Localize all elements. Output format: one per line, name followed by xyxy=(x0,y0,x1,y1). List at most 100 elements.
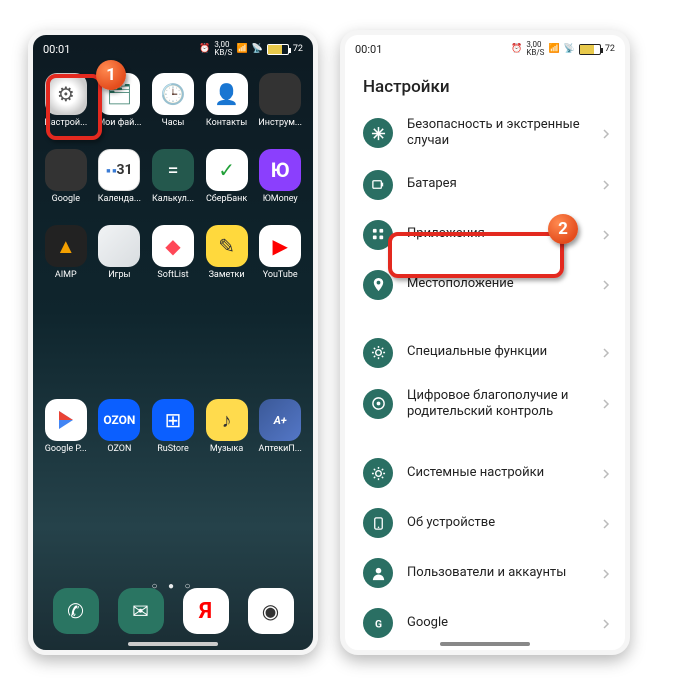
gear-icon xyxy=(363,458,393,488)
chevron-right-icon xyxy=(601,564,611,583)
ic-msg-icon: ✉ xyxy=(118,588,164,634)
ic-music-icon: ♪ xyxy=(206,399,248,441)
app-label: СберБанк xyxy=(206,194,247,204)
google-icon: G xyxy=(363,608,393,638)
chevron-right-icon xyxy=(601,614,611,633)
app-заметки[interactable]: ✎ Заметки xyxy=(200,225,254,297)
settings-row-apps[interactable]: Приложения xyxy=(345,210,625,260)
ic-notes-icon: ✎ xyxy=(206,225,248,267)
app-контакты[interactable]: 👤 Контакты xyxy=(200,73,254,145)
chevron-right-icon xyxy=(601,275,611,294)
favorites-row: Google P... OZONOZON⊞ RuStore ♪ Музыка A+ Апте… xyxy=(33,389,313,471)
app-label: Часы xyxy=(162,118,185,128)
app-google[interactable]: Google xyxy=(39,149,93,221)
settings-label: Цифровое благополучие и родительский кон… xyxy=(407,388,601,421)
ic-softlist-icon: ◆ xyxy=(152,225,194,267)
app-youtube[interactable]: ▶ YouTube xyxy=(253,225,307,297)
alarm-icon: ⏰ xyxy=(199,44,210,54)
app-часы[interactable]: 🕒 Часы xyxy=(146,73,200,145)
ic-ozon-icon: OZON xyxy=(98,399,140,441)
app-label: Контакты xyxy=(206,118,247,128)
app-rustore[interactable]: ⊞ RuStore xyxy=(146,399,200,471)
app-[interactable]: ◉ xyxy=(248,588,294,634)
app-label: RuStore xyxy=(157,444,189,454)
settings-label: Google xyxy=(407,615,601,631)
settings-row-google[interactable]: G Google xyxy=(345,598,625,648)
app-label: Музыка xyxy=(210,444,243,454)
ic-apteka-icon: A+ xyxy=(259,399,301,441)
ic-clock-icon: 🕒 xyxy=(152,73,194,115)
app-ozon[interactable]: OZONOZON xyxy=(93,399,147,471)
settings-label: Об устройстве xyxy=(407,515,601,531)
home-indicator xyxy=(440,642,530,646)
status-time: 00:01 xyxy=(355,43,382,56)
settings-row-device[interactable]: Об устройстве xyxy=(345,498,625,548)
app-мои-фай-[interactable]: 🗂Мои фай... xyxy=(93,73,147,145)
signal-icon: 📶 xyxy=(548,44,559,54)
app-аптекип-[interactable]: A+ АптекиП... xyxy=(253,399,307,471)
wifi-icon: 📡 xyxy=(564,44,575,54)
ic-youtube-icon: ▶ xyxy=(259,225,301,267)
settings-row-user[interactable]: Пользователи и аккаунты xyxy=(345,548,625,598)
phone-home-screen: 00:01 ⏰ 3,00KB/S 📶 📡 72 ⚙Настрой...🗂Мои … xyxy=(28,30,318,655)
settings-title: Настройки xyxy=(345,63,625,107)
ic-games-icon xyxy=(98,225,140,267)
settings-list: Безопасность и экстренные случаи Батарея П… xyxy=(345,107,625,648)
settings-label: Специальные функции xyxy=(407,344,601,360)
settings-row-gear[interactable]: Специальные функции xyxy=(345,328,625,378)
settings-label: Безопасность и экстренные случаи xyxy=(407,117,601,150)
status-right-icons: ⏰ 3,00KB/S 📶 📡 72 xyxy=(199,41,303,57)
device-icon xyxy=(363,508,393,538)
battery-icon xyxy=(363,170,393,200)
settings-row-battery[interactable]: Батарея xyxy=(345,160,625,210)
settings-label: Пользователи и аккаунты xyxy=(407,565,601,581)
ic-rustore-icon: ⊞ xyxy=(152,399,194,441)
app-сбербанк[interactable]: ✓ СберБанк xyxy=(200,149,254,221)
app-label: Калькул... xyxy=(152,194,194,204)
settings-row-gear[interactable]: Системные настройки xyxy=(345,448,625,498)
app-калькул-[interactable]: =Калькул... xyxy=(146,149,200,221)
chevron-right-icon xyxy=(601,225,611,244)
app-aimp[interactable]: ▲ AIMP xyxy=(39,225,93,297)
app-label: YouTube xyxy=(263,270,298,280)
app-игры[interactable]: Игры xyxy=(93,225,147,297)
app-grid: ⚙Настрой...🗂Мои фай...🕒 Часы 👤 Контакты Инст… xyxy=(33,63,313,297)
app-календа-[interactable]: ■ ■31Календа... xyxy=(93,149,147,221)
wifi-icon: 📡 xyxy=(252,44,263,54)
ic-camera-icon: ◉ xyxy=(248,588,294,634)
app-[interactable]: ✉ xyxy=(118,588,164,634)
app-label: Заметки xyxy=(209,270,245,280)
app-[interactable]: ✆ xyxy=(53,588,99,634)
ic-aimp-icon: ▲ xyxy=(45,225,87,267)
svg-text:G: G xyxy=(374,617,381,630)
settings-label: Батарея xyxy=(407,176,601,192)
signal-icon: 📶 xyxy=(236,44,247,54)
status-bar-right: 00:01 ⏰ 3,00KB/S 📶 📡 72 xyxy=(345,35,625,63)
app-label: ЮMoney xyxy=(263,194,298,204)
app-юmoney[interactable]: ЮЮMoney xyxy=(253,149,307,221)
app-softlist[interactable]: ◆SoftList xyxy=(146,225,200,297)
app-label: Google P... xyxy=(45,444,87,454)
battery-icon xyxy=(579,44,601,55)
settings-row-asterisk[interactable]: Безопасность и экстренные случаи xyxy=(345,107,625,160)
app-музыка[interactable]: ♪ Музыка xyxy=(200,399,254,471)
app-label: AIMP xyxy=(55,270,77,280)
ic-contacts-icon: 👤 xyxy=(206,73,248,115)
app-настрой-[interactable]: ⚙Настрой... xyxy=(39,73,93,145)
app-инструм-[interactable]: Инструм... xyxy=(253,73,307,145)
ic-sber-icon: ✓ xyxy=(206,149,248,191)
status-right-icons: ⏰ 3,00KB/S 📶 📡 72 xyxy=(511,41,615,57)
battery-icon xyxy=(267,44,289,55)
chevron-right-icon xyxy=(601,514,611,533)
app-[interactable]: Я xyxy=(183,588,229,634)
app-google-p-[interactable]: Google P... xyxy=(39,399,93,471)
app-label: Google xyxy=(52,194,80,204)
app-label: АптекиП... xyxy=(258,444,301,454)
ic-calendar-icon: ■ ■31 xyxy=(98,149,140,191)
settings-row-digital[interactable]: Цифровое благополучие и родительский кон… xyxy=(345,378,625,431)
settings-label: Местоположение xyxy=(407,276,601,292)
home-indicator xyxy=(128,642,218,646)
phone-settings-screen: 00:01 ⏰ 3,00KB/S 📶 📡 72 Настройки Безопа… xyxy=(340,30,630,655)
ic-play-icon xyxy=(45,399,87,441)
settings-row-location[interactable]: Местоположение xyxy=(345,260,625,310)
